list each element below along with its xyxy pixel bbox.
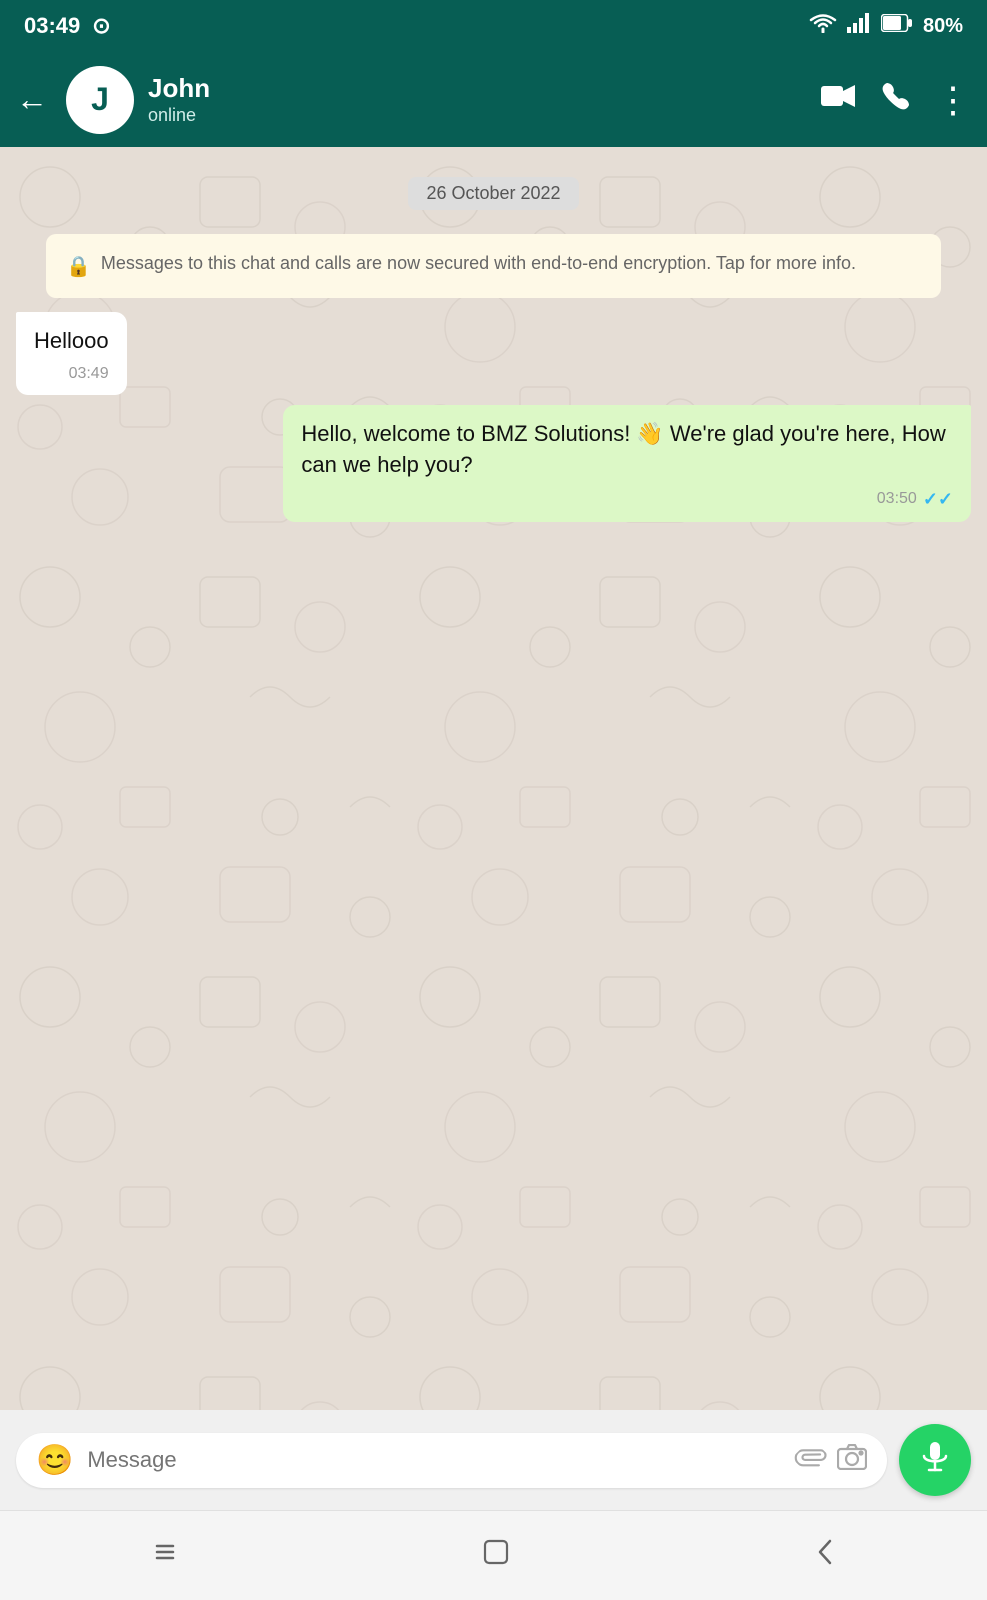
chat-header: ← J John online ⋮: [0, 52, 987, 147]
status-bar-right: 80%: [809, 13, 963, 39]
whatsapp-status-icon: ⊙: [92, 13, 110, 39]
status-time: 03:49: [24, 13, 80, 39]
bubble-text-2: Hello, welcome to BMZ Solutions! 👋 We're…: [301, 419, 953, 481]
input-bar: 😊: [0, 1410, 987, 1510]
battery-icon: [881, 14, 913, 38]
header-icons: ⋮: [821, 79, 971, 121]
wifi-icon: [809, 13, 837, 39]
bubble-footer-2: 03:50 ✓✓: [301, 487, 953, 512]
bubble-time-2: 03:50: [877, 488, 917, 510]
message-row-outgoing-1: Hello, welcome to BMZ Solutions! 👋 We're…: [16, 405, 971, 522]
video-call-icon[interactable]: [821, 83, 857, 116]
message-row-incoming-1: Hellooo 03:49: [16, 312, 971, 395]
signal-icon: [847, 13, 871, 39]
camera-icon[interactable]: [837, 1444, 867, 1477]
mic-button[interactable]: [899, 1424, 971, 1496]
message-input[interactable]: [87, 1447, 781, 1473]
contact-status: online: [148, 105, 807, 126]
encryption-notice[interactable]: 🔒 Messages to this chat and calls are no…: [46, 234, 941, 298]
chat-body: 26 October 2022 🔒 Messages to this chat …: [0, 147, 987, 1410]
contact-info[interactable]: John online: [148, 73, 807, 125]
lock-icon: 🔒: [66, 252, 91, 282]
battery-percent: 80%: [923, 15, 963, 38]
avatar-letter: J: [91, 81, 109, 118]
status-bar: 03:49 ⊙ 80%: [0, 0, 987, 52]
bubble-incoming-1: Hellooo 03:49: [16, 312, 127, 395]
back-nav-icon[interactable]: [814, 1537, 836, 1574]
bubble-time-1: 03:49: [69, 363, 109, 385]
phone-call-icon[interactable]: [881, 81, 911, 118]
attach-icon[interactable]: [787, 1438, 832, 1483]
home-icon[interactable]: [481, 1537, 511, 1574]
back-button[interactable]: ←: [16, 81, 48, 118]
more-options-icon[interactable]: ⋮: [935, 79, 971, 121]
input-container: 😊: [16, 1433, 887, 1488]
double-check-icon: ✓✓: [923, 487, 953, 512]
status-bar-left: 03:49 ⊙: [24, 13, 111, 39]
date-divider: 26 October 2022: [16, 177, 971, 210]
bubble-footer-1: 03:49: [34, 363, 109, 385]
bubble-text-1: Hellooo: [34, 326, 109, 357]
contact-avatar[interactable]: J: [66, 66, 134, 134]
nav-bar: [0, 1510, 987, 1600]
bubble-outgoing-1: Hello, welcome to BMZ Solutions! 👋 We're…: [283, 405, 971, 522]
emoji-icon[interactable]: 😊: [36, 1443, 73, 1478]
contact-name: John: [148, 73, 807, 104]
date-chip: 26 October 2022: [408, 177, 578, 210]
recent-apps-icon[interactable]: [151, 1538, 179, 1573]
mic-icon: [919, 1440, 951, 1480]
encryption-text: Messages to this chat and calls are now …: [101, 250, 856, 277]
